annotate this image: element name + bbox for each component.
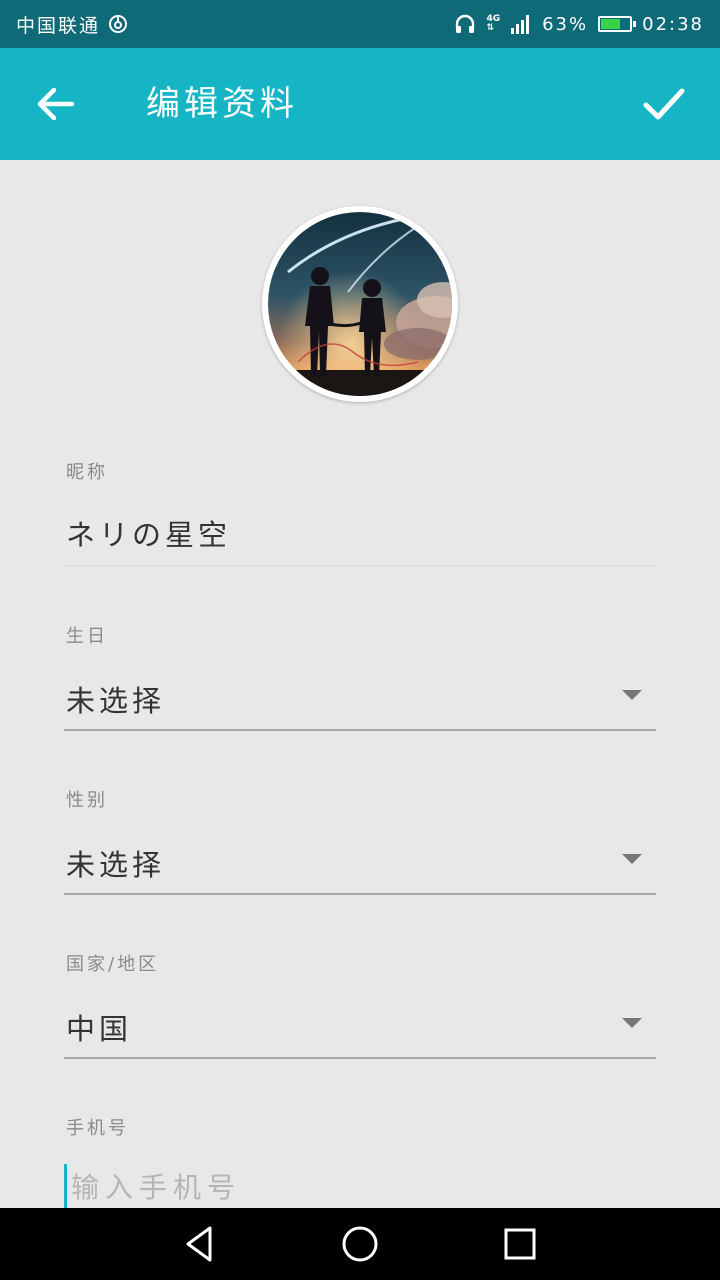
region-select[interactable]: 中国 xyxy=(66,1006,132,1048)
status-right: 4G ⇅ 63% 02:38 xyxy=(454,0,704,48)
nav-back-button[interactable] xyxy=(178,1222,222,1266)
clock: 02:38 xyxy=(642,13,704,35)
back-triangle-icon xyxy=(186,1226,212,1262)
nickname-label: 昵称 xyxy=(66,462,108,483)
carrier-name: 中国联通 xyxy=(16,14,101,37)
status-bar: 中国联通 4G ⇅ 63% 02:38 xyxy=(0,0,720,48)
region-divider xyxy=(64,1057,656,1059)
signal-icon xyxy=(511,15,530,34)
system-nav-bar xyxy=(0,1208,720,1280)
home-circle-icon xyxy=(342,1226,378,1262)
birthday-dropdown-icon[interactable] xyxy=(622,690,642,700)
headphones-icon xyxy=(456,14,475,33)
back-arrow-icon xyxy=(37,87,75,121)
phone-label: 手机号 xyxy=(66,1118,129,1139)
carrier-icon xyxy=(109,15,128,33)
avatar[interactable] xyxy=(262,206,458,402)
nickname-divider xyxy=(64,565,656,566)
region-dropdown-icon[interactable] xyxy=(622,1018,642,1028)
battery-percent: 63% xyxy=(542,13,589,35)
nav-recents-button[interactable] xyxy=(498,1222,542,1266)
confirm-button[interactable] xyxy=(636,78,692,130)
app-bar: 编辑资料 xyxy=(0,48,720,160)
birthday-divider xyxy=(64,729,656,731)
battery-icon xyxy=(598,16,637,32)
gender-select[interactable]: 未选择 xyxy=(66,842,165,884)
gender-divider xyxy=(64,893,656,895)
profile-photo xyxy=(268,212,452,396)
recents-square-icon xyxy=(504,1228,536,1260)
gender-label: 性别 xyxy=(66,790,108,811)
network-type: 4G ⇅ xyxy=(486,14,501,33)
region-label: 国家/地区 xyxy=(66,954,160,975)
status-left: 中国联通 xyxy=(16,0,128,48)
nickname-field[interactable]: ネリの星空 xyxy=(66,512,231,554)
page-title: 编辑资料 xyxy=(146,84,298,124)
back-button[interactable] xyxy=(28,78,84,130)
checkmark-icon xyxy=(643,88,685,120)
birthday-select[interactable]: 未选择 xyxy=(66,678,165,720)
phone-input[interactable] xyxy=(64,1164,665,1210)
birthday-label: 生日 xyxy=(66,626,108,647)
gender-dropdown-icon[interactable] xyxy=(622,854,642,864)
nav-home-button[interactable] xyxy=(338,1222,382,1266)
